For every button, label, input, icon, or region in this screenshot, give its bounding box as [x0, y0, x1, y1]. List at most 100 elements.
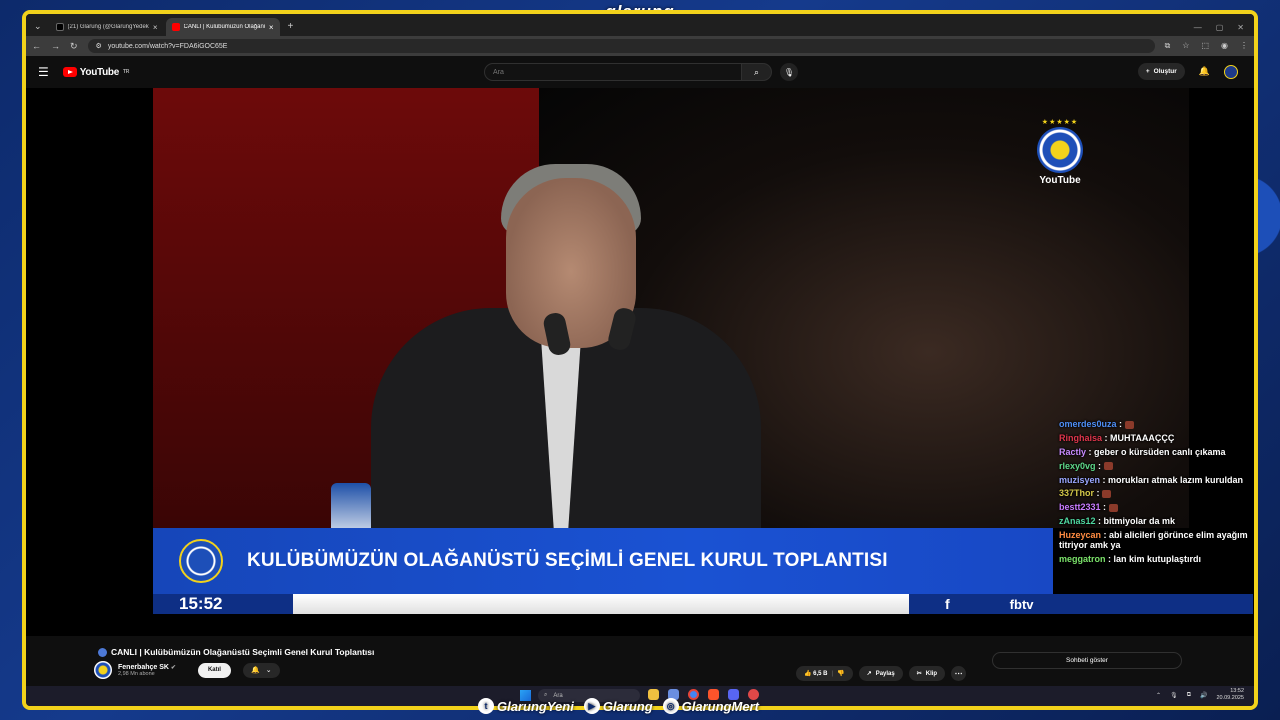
chat-username[interactable]: omerdes0uza	[1059, 419, 1117, 429]
thumbs-down-icon: 👎	[837, 671, 845, 677]
search-input[interactable]	[484, 63, 742, 81]
profile-icon[interactable]: ◉	[1221, 41, 1228, 51]
channel-avatar[interactable]	[94, 661, 112, 679]
user-avatar[interactable]	[1224, 64, 1238, 79]
share-button[interactable]: ↗ Paylaş	[858, 666, 903, 681]
voice-search-button[interactable]: 🎙	[780, 63, 798, 81]
divider: |	[831, 670, 834, 677]
social-handle: GlarungYeni	[497, 698, 574, 714]
broadcast-clock: 15:52	[179, 594, 223, 613]
like-button[interactable]: 👍 6,5 B	[804, 670, 828, 677]
chat-message: Ractly : geber o kürsüden canlı çıkama	[1057, 446, 1253, 460]
fbtv-logo: fbtv	[1009, 596, 1034, 612]
forward-icon[interactable]: →	[51, 41, 60, 51]
chat-message: zAnas12 : bitmiyolar da mk	[1057, 515, 1253, 529]
social-handle: Glarung	[602, 698, 653, 714]
bell-icon: 🔔	[250, 667, 260, 674]
chat-username[interactable]: Ringhaisa	[1059, 433, 1102, 443]
tab-bar: ⌄ (21) Glarung (@GlarungYedek) / X × CAN…	[26, 14, 1254, 36]
emote-icon	[1124, 420, 1134, 429]
network-icon[interactable]: ⧉	[1187, 692, 1191, 699]
create-button[interactable]: + Oluştur	[1137, 63, 1185, 80]
region-code: TR	[122, 69, 130, 75]
chat-username[interactable]: zAnas12	[1059, 516, 1096, 526]
youtube-play-icon	[62, 67, 77, 77]
back-icon[interactable]: ←	[32, 41, 41, 51]
channel-row: Fenerbahçe SK ✔ 2,98 Mn abone Katıl 🔔 ⌄	[94, 661, 280, 679]
chat-username[interactable]: Huzeycan	[1059, 530, 1101, 540]
minimize-icon[interactable]: —	[1194, 23, 1202, 32]
hamburger-menu-icon[interactable]: ☰	[38, 65, 49, 79]
tab-x[interactable]: (21) Glarung (@GlarungYedek) / X ×	[50, 18, 164, 36]
chat-username[interactable]: 337Thor	[1059, 488, 1094, 499]
search-icon: ⌕	[753, 66, 760, 77]
social-handle: GlarungMert	[681, 698, 759, 714]
notifications-bell-icon[interactable]: 🔔	[1199, 66, 1210, 77]
chevron-down-icon: ⌄	[265, 667, 272, 674]
like-count: 6,5 B	[813, 671, 828, 677]
plus-icon: +	[1145, 68, 1150, 75]
create-label: Oluştur	[1153, 68, 1177, 75]
address-bar: ← → ↻ ⚙ youtube.com/watch?v=FDA6iGOC65E …	[26, 36, 1254, 56]
chat-separator: :	[1100, 474, 1109, 485]
chat-text: morukları atmak lazım kuruldan	[1108, 474, 1244, 485]
clock-date: 20.09.2025	[1216, 695, 1244, 702]
channel-info: Fenerbahçe SK ✔ 2,98 Mn abone	[118, 664, 176, 677]
social-twitter: t GlarungYeni	[478, 698, 574, 714]
social-instagram: ◎ GlarungMert	[662, 698, 759, 714]
chat-message: Ringhaisa : MUHTAAAÇÇÇ	[1057, 432, 1253, 446]
close-window-icon[interactable]: ✕	[1237, 23, 1244, 32]
join-button[interactable]: Katıl	[197, 662, 231, 678]
live-indicator-icon	[98, 647, 107, 657]
show-chat-button[interactable]: Sohbeti göster	[992, 652, 1182, 669]
microphone-icon[interactable]: 🎙	[1170, 692, 1178, 699]
more-actions-button[interactable]: ⋯	[951, 666, 967, 681]
tab-title: (21) Glarung (@GlarungYedek) / X	[67, 24, 149, 30]
chat-separator: :	[1094, 488, 1103, 499]
chat-separator: :	[1095, 516, 1104, 527]
chat-text: lan kim kutuplaştırdı	[1113, 553, 1202, 564]
water-bottle	[331, 483, 371, 533]
cast-icon[interactable]: ⧉	[1165, 41, 1171, 51]
extensions-icon[interactable]: ⬚	[1201, 41, 1209, 51]
tab-youtube[interactable]: CANLI | Kulübümüzün Olağanüstü ×	[165, 18, 280, 36]
volume-icon[interactable]: 🔊	[1200, 692, 1207, 699]
chat-username[interactable]: bestt2331	[1059, 502, 1101, 512]
site-info-icon[interactable]: ⚙	[96, 42, 102, 50]
close-tab-icon[interactable]: ×	[153, 23, 158, 32]
chat-separator: :	[1116, 419, 1125, 429]
reload-icon[interactable]: ↻	[70, 41, 78, 52]
stars: ★★★★★	[1041, 119, 1079, 126]
chat-username[interactable]: meggatron	[1059, 554, 1106, 564]
tray-chevron-icon[interactable]: ⌃	[1156, 692, 1161, 699]
chat-username[interactable]: Ractly	[1059, 447, 1086, 457]
system-clock[interactable]: 13:52 20.09.2025	[1216, 688, 1244, 702]
chat-separator: :	[1101, 530, 1110, 541]
close-tab-icon[interactable]: ×	[269, 23, 274, 32]
window-controls: — ▢ ✕	[1184, 18, 1254, 36]
like-dislike-group: 👍 6,5 B | 👎	[796, 666, 853, 681]
clip-button[interactable]: ✂ Klip	[908, 666, 946, 681]
chat-message: meggatron : lan kim kutuplaştırdı	[1057, 553, 1253, 567]
tab-search-icon[interactable]: ⌄	[32, 21, 48, 36]
clip-label: Klip	[925, 670, 938, 677]
chat-message: bestt2331 :	[1057, 501, 1253, 515]
x-favicon-icon	[55, 23, 64, 31]
menu-dots-icon[interactable]: ⋮	[1240, 41, 1248, 51]
url-field[interactable]: ⚙ youtube.com/watch?v=FDA6iGOC65E	[87, 39, 1155, 53]
chat-username[interactable]: rlexy0vg	[1059, 461, 1096, 471]
extension-toolbar: ⧉ ☆ ⬚ ◉ ⋮	[1165, 41, 1248, 51]
ticker-panel	[293, 594, 909, 614]
subscription-bell-button[interactable]: 🔔 ⌄	[242, 662, 280, 678]
search-button[interactable]: ⌕	[742, 63, 772, 81]
new-tab-button[interactable]: +	[282, 18, 300, 36]
fenerbahce-crest-icon	[1037, 127, 1083, 173]
chat-message: omerdes0uza :	[1057, 418, 1253, 432]
youtube-logo[interactable]: YouTube TR	[62, 67, 130, 78]
channel-name[interactable]: Fenerbahçe SK ✔	[118, 664, 176, 671]
bookmark-star-icon[interactable]: ☆	[1182, 41, 1189, 51]
twitter-icon: t	[478, 698, 494, 714]
maximize-icon[interactable]: ▢	[1216, 23, 1224, 32]
dislike-button[interactable]: 👎	[837, 670, 844, 677]
chat-username[interactable]: muzisyen	[1059, 475, 1100, 485]
